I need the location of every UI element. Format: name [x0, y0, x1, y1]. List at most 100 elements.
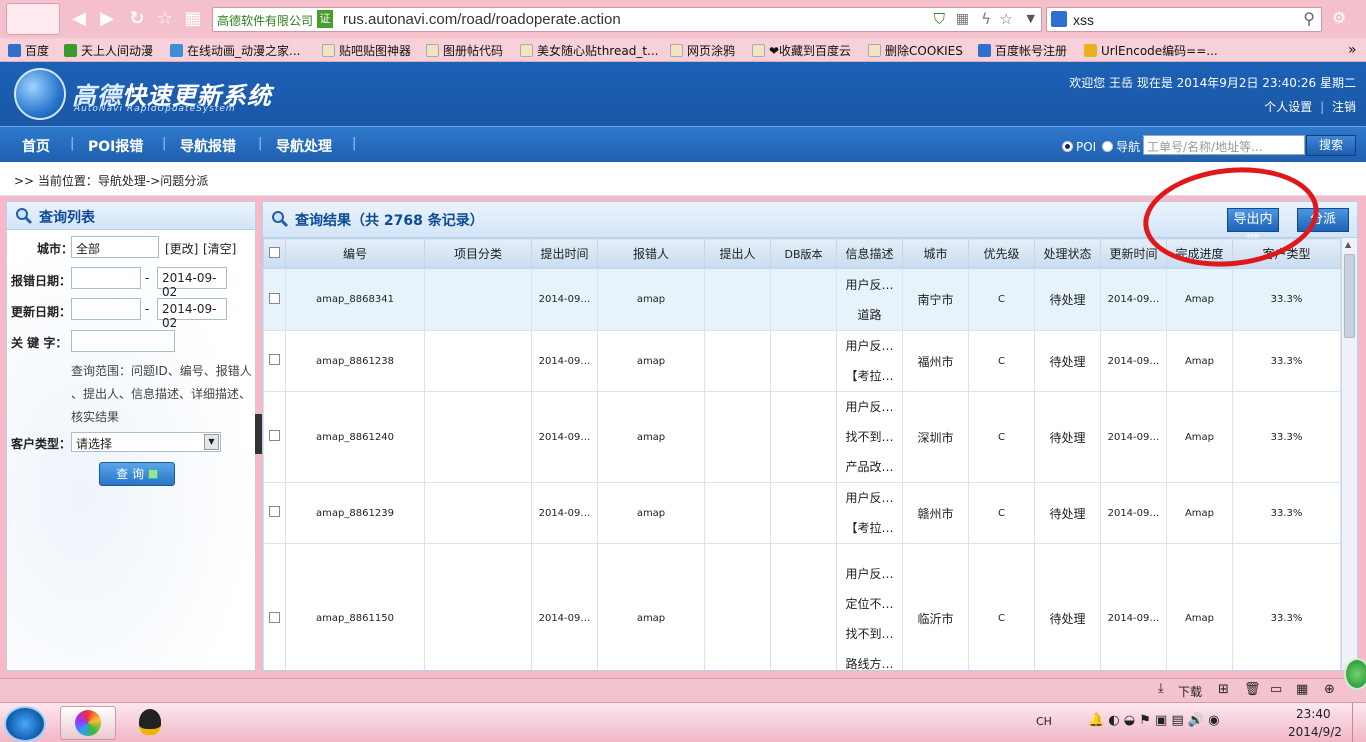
column-header[interactable]: 优先级: [968, 238, 1035, 269]
bookmark-item[interactable]: 天上人间动漫: [64, 42, 153, 59]
row-checkbox[interactable]: [263, 391, 286, 483]
back-icon[interactable]: ◀: [68, 8, 90, 30]
personal-settings-link[interactable]: 个人设置: [1264, 100, 1312, 114]
table-row[interactable]: amap_8861239 2014-09… amap 用户反… 【考拉… 赣州市 C 待处理 2…: [263, 482, 1341, 544]
bookmark-item[interactable]: 百度帐号注册: [978, 42, 1067, 59]
baidu-icon: [1051, 11, 1067, 27]
radio-navigation[interactable]: 导航: [1102, 140, 1140, 154]
shield-icon[interactable]: ⛉: [934, 10, 945, 28]
column-header[interactable]: 提出时间: [531, 238, 598, 269]
city-clear-link[interactable]: [清空]: [203, 240, 236, 257]
cell-progress: Amap: [1166, 482, 1233, 544]
column-header[interactable]: 提出人: [704, 238, 771, 269]
query-button[interactable]: 查 询: [99, 462, 175, 486]
speed-badge-icon[interactable]: [1344, 658, 1366, 690]
ime-indicator[interactable]: CH: [1036, 715, 1052, 728]
lightning-icon[interactable]: ϟ: [981, 10, 991, 28]
url-text[interactable]: rus.autonavi.com/road/roadoperate.action: [343, 11, 621, 28]
bookmark-item[interactable]: 贴吧贴图神器: [322, 42, 411, 59]
star-icon[interactable]: ☆: [154, 8, 176, 30]
download-icon[interactable]: ⤓: [1158, 681, 1164, 696]
table-row[interactable]: amap_8861150 2014-09… amap 用户反… 定位不… 找不到… 路线方……: [263, 543, 1341, 670]
chevron-down-icon[interactable]: ▼: [204, 434, 219, 450]
user-avatar[interactable]: [6, 3, 60, 35]
column-header[interactable]: 城市: [902, 238, 969, 269]
bookmark-item[interactable]: 百度: [8, 42, 49, 59]
bookmark-item[interactable]: UrlEncode编码==...: [1084, 42, 1218, 59]
nav-search-input[interactable]: 工单号/名称/地址等...: [1143, 135, 1305, 155]
table-row[interactable]: amap_8861238 2014-09… amap 用户反… 【考拉… 福州市 C 待处理 2…: [263, 330, 1341, 392]
cell-progress: Amap: [1166, 391, 1233, 483]
column-header[interactable]: 信息描述: [836, 238, 903, 269]
table-scrollbar[interactable]: ▲: [1341, 238, 1357, 670]
grid-icon[interactable]: ▦: [1296, 682, 1308, 697]
scroll-up-icon[interactable]: ▲: [1345, 240, 1351, 249]
cell-priority: C: [968, 543, 1035, 670]
cell-priority: C: [968, 268, 1035, 331]
column-header[interactable]: 项目分类: [424, 238, 532, 269]
search-icon[interactable]: ⚲: [1303, 9, 1315, 28]
more-bookmarks-icon[interactable]: »: [1348, 42, 1357, 58]
update-date-from[interactable]: [71, 298, 141, 320]
clock-date[interactable]: 2014/9/2: [1288, 725, 1342, 739]
favorite-icon[interactable]: ☆: [1000, 10, 1013, 28]
bookmark-item[interactable]: 图册帖代码: [426, 42, 503, 59]
nav-home[interactable]: 首页: [22, 136, 50, 156]
column-header[interactable]: 编号: [285, 238, 425, 269]
show-desktop-button[interactable]: [1352, 703, 1366, 742]
bookmark-item[interactable]: 美女随心贴thread_t...: [520, 42, 658, 59]
download-label[interactable]: 下载: [1178, 683, 1202, 700]
row-checkbox[interactable]: [263, 330, 286, 392]
city-change-link[interactable]: [更改]: [165, 240, 198, 257]
start-button-icon[interactable]: [4, 706, 46, 742]
column-header[interactable]: 报错人: [597, 238, 705, 269]
cell-submitter: [704, 482, 771, 544]
report-date-from[interactable]: [71, 267, 141, 289]
clock-time[interactable]: 23:40: [1296, 707, 1331, 721]
refresh-icon[interactable]: ↻: [126, 8, 148, 30]
nav-search-button[interactable]: 搜索: [1306, 135, 1356, 156]
forward-icon[interactable]: ▶: [96, 8, 118, 30]
address-bar[interactable]: 高德软件有限公司 证 rus.autonavi.com/road/roadope…: [212, 7, 1042, 32]
taskbar-browser[interactable]: [60, 706, 116, 740]
taskbar-qq[interactable]: [122, 706, 178, 740]
zoom-icon[interactable]: ⊕: [1324, 682, 1335, 697]
window-icon[interactable]: ▭: [1270, 682, 1282, 697]
select-all-checkbox[interactable]: [263, 238, 286, 269]
wrench-icon[interactable]: ⚙: [1332, 8, 1346, 27]
browser-search-text[interactable]: xss: [1073, 12, 1094, 28]
city-input[interactable]: 全部: [71, 236, 159, 258]
bookmark-item[interactable]: ❤收藏到百度云: [752, 42, 851, 59]
certificate-icon[interactable]: 证: [317, 10, 333, 28]
keyword-input[interactable]: [71, 330, 175, 352]
magnifier-icon: [15, 207, 33, 225]
table-row[interactable]: amap_8861240 2014-09… amap 用户反… 找不到… 产品改… 深圳市 C…: [263, 391, 1341, 483]
table-row[interactable]: amap_8868341 2014-09… amap 用户反… 道路 南宁市 C 待处理 201…: [263, 268, 1341, 331]
panel-collapse-handle[interactable]: [255, 414, 262, 454]
bookmark-item[interactable]: 在线动画_动漫之家...: [170, 42, 300, 59]
logout-link[interactable]: 注销: [1332, 100, 1356, 114]
nav-navigation-report[interactable]: 导航报错: [180, 136, 236, 156]
windows-taskbar: CH 🔔 ◐ ◒ ⚑ ▣ ▤ 🔊 ◉ 23:40 2014/9/2: [0, 702, 1366, 742]
nav-navigation-processing[interactable]: 导航处理: [276, 136, 332, 156]
tray-icons[interactable]: 🔔 ◐ ◒ ⚑ ▣ ▤ 🔊 ◉: [1088, 713, 1220, 728]
row-checkbox[interactable]: [263, 543, 286, 670]
customer-type-select[interactable]: 请选择 ▼: [71, 432, 221, 452]
column-header[interactable]: DB版本: [770, 238, 837, 269]
nav-poi-report[interactable]: POI报错: [88, 136, 143, 156]
radio-poi[interactable]: POI: [1062, 140, 1096, 154]
update-date-to[interactable]: 2014-09-02: [157, 298, 227, 330]
dropdown-icon[interactable]: ▼: [1027, 12, 1035, 25]
bookmark-item[interactable]: 删除COOKIES: [868, 42, 963, 59]
row-checkbox[interactable]: [263, 268, 286, 331]
qrcode-icon[interactable]: ▦: [956, 11, 969, 27]
scrollbar-thumb[interactable]: [1344, 254, 1355, 338]
bookmark-item[interactable]: 网页涂鸦: [670, 42, 735, 59]
plus-icon[interactable]: ⊞: [1218, 682, 1229, 697]
report-date-to[interactable]: 2014-09-02: [157, 267, 227, 299]
trash-icon[interactable]: 🗑: [1244, 682, 1261, 697]
row-checkbox[interactable]: [263, 482, 286, 544]
browser-search-box[interactable]: xss ⚲: [1046, 7, 1322, 32]
apps-icon[interactable]: ▦: [182, 8, 204, 30]
column-header[interactable]: 处理状态: [1034, 238, 1101, 269]
